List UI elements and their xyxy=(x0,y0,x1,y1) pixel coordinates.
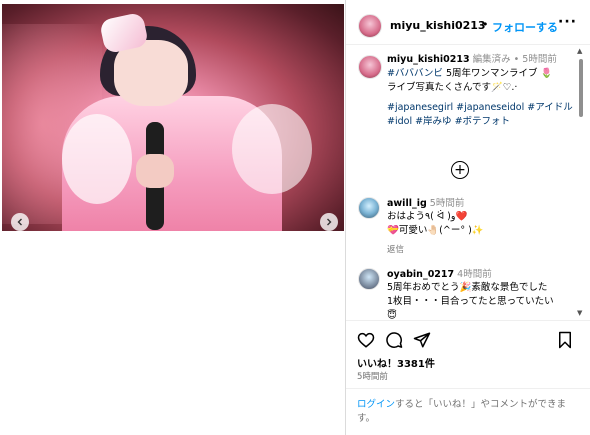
divider xyxy=(346,388,590,389)
author-username[interactable]: miyu_kishi0213 xyxy=(390,19,486,32)
scroll-down-arrow-icon[interactable]: ▼ xyxy=(577,309,582,317)
login-prompt: ログインすると「いいね！」やコメントができます。 xyxy=(357,398,579,426)
chevron-right-icon xyxy=(327,218,332,226)
comment-text: 5周年おめでとう🎉素敵な景色でした 1枚目・・・目合ってたと思っていたい 😇 xyxy=(387,282,554,320)
separator-dot: • xyxy=(513,54,520,65)
follow-button[interactable]: フォローする xyxy=(492,19,558,35)
plus-circle-icon: + xyxy=(454,162,466,178)
photo-frill xyxy=(232,104,312,194)
hashtag-link[interactable]: #バババンビ xyxy=(387,68,443,79)
comments-scroll-area[interactable]: miyu_kishi0213 編集済み • 5時間前 #バババンビ 5周年ワンマ… xyxy=(346,45,590,320)
save-button[interactable] xyxy=(555,330,575,350)
scrollbar[interactable]: ▲ ▼ xyxy=(577,45,584,319)
separator-dot: • xyxy=(482,18,489,31)
share-button[interactable] xyxy=(412,330,432,350)
author-avatar[interactable] xyxy=(358,14,382,38)
caption-text: #バババンビ 5周年ワンマンライブ 🌷 ライブ写真たくさんです🪄♡.· xyxy=(387,67,577,95)
previous-photo-button[interactable] xyxy=(11,213,29,231)
like-button[interactable] xyxy=(356,330,376,350)
send-icon xyxy=(413,332,431,348)
comment-header: oyabin_0217 4時間前 xyxy=(387,268,577,282)
post-side-panel: miyu_kishi0213 • フォローする ··· miyu_kishi02… xyxy=(345,0,590,435)
post-time: 5時間前 xyxy=(357,372,388,382)
caption-header: miyu_kishi0213 編集済み • 5時間前 xyxy=(387,53,575,67)
caption-avatar[interactable] xyxy=(358,55,382,79)
comment-avatar[interactable] xyxy=(358,268,380,290)
comment-avatar[interactable] xyxy=(358,197,380,219)
comment-header: awill_ig 5時間前 xyxy=(387,197,577,211)
comment-icon xyxy=(386,332,403,348)
scrollbar-thumb[interactable] xyxy=(579,59,583,117)
chevron-left-icon xyxy=(17,218,22,226)
next-photo-button[interactable] xyxy=(320,213,338,231)
comment-button[interactable] xyxy=(384,330,404,350)
comment-username[interactable]: awill_ig xyxy=(387,198,427,209)
scroll-up-arrow-icon[interactable]: ▲ xyxy=(577,47,582,55)
post-header: miyu_kishi0213 • フォローする ··· xyxy=(346,8,590,44)
more-options-icon[interactable]: ··· xyxy=(558,14,577,30)
post-photo[interactable] xyxy=(2,4,344,231)
caption-username[interactable]: miyu_kishi0213 xyxy=(387,54,470,65)
divider xyxy=(346,320,590,321)
post-dialog: miyu_kishi0213 • フォローする ··· miyu_kishi02… xyxy=(0,0,590,435)
login-link[interactable]: ログイン xyxy=(357,399,395,410)
like-count[interactable]: いいね！3381件 xyxy=(357,355,435,370)
caption-text-2: ライブ写真たくさんです🪄♡.· xyxy=(387,82,518,93)
photo-frill xyxy=(62,114,132,204)
caption-text-1: 5周年ワンマンライブ 🌷 xyxy=(442,68,553,79)
caption-time: 5時間前 xyxy=(522,54,557,65)
reply-button[interactable]: 返信 xyxy=(387,243,404,255)
comment-text: おはよう٩( ᐛ )و❤️ 💝可愛い🤚🏻(^ー° )✨ xyxy=(387,211,484,236)
load-more-comments-button[interactable]: + xyxy=(451,161,469,179)
comment-username[interactable]: oyabin_0217 xyxy=(387,269,454,280)
edited-label: 編集済み xyxy=(472,54,511,65)
heart-icon xyxy=(357,332,375,348)
comment-time: 5時間前 xyxy=(429,198,465,209)
photo-hand xyxy=(136,154,174,188)
bookmark-icon xyxy=(559,331,571,349)
comment-time: 4時間前 xyxy=(457,269,492,280)
caption-hashtags[interactable]: #japanesegirl #japaneseidol #アイドル #idol … xyxy=(387,101,577,129)
